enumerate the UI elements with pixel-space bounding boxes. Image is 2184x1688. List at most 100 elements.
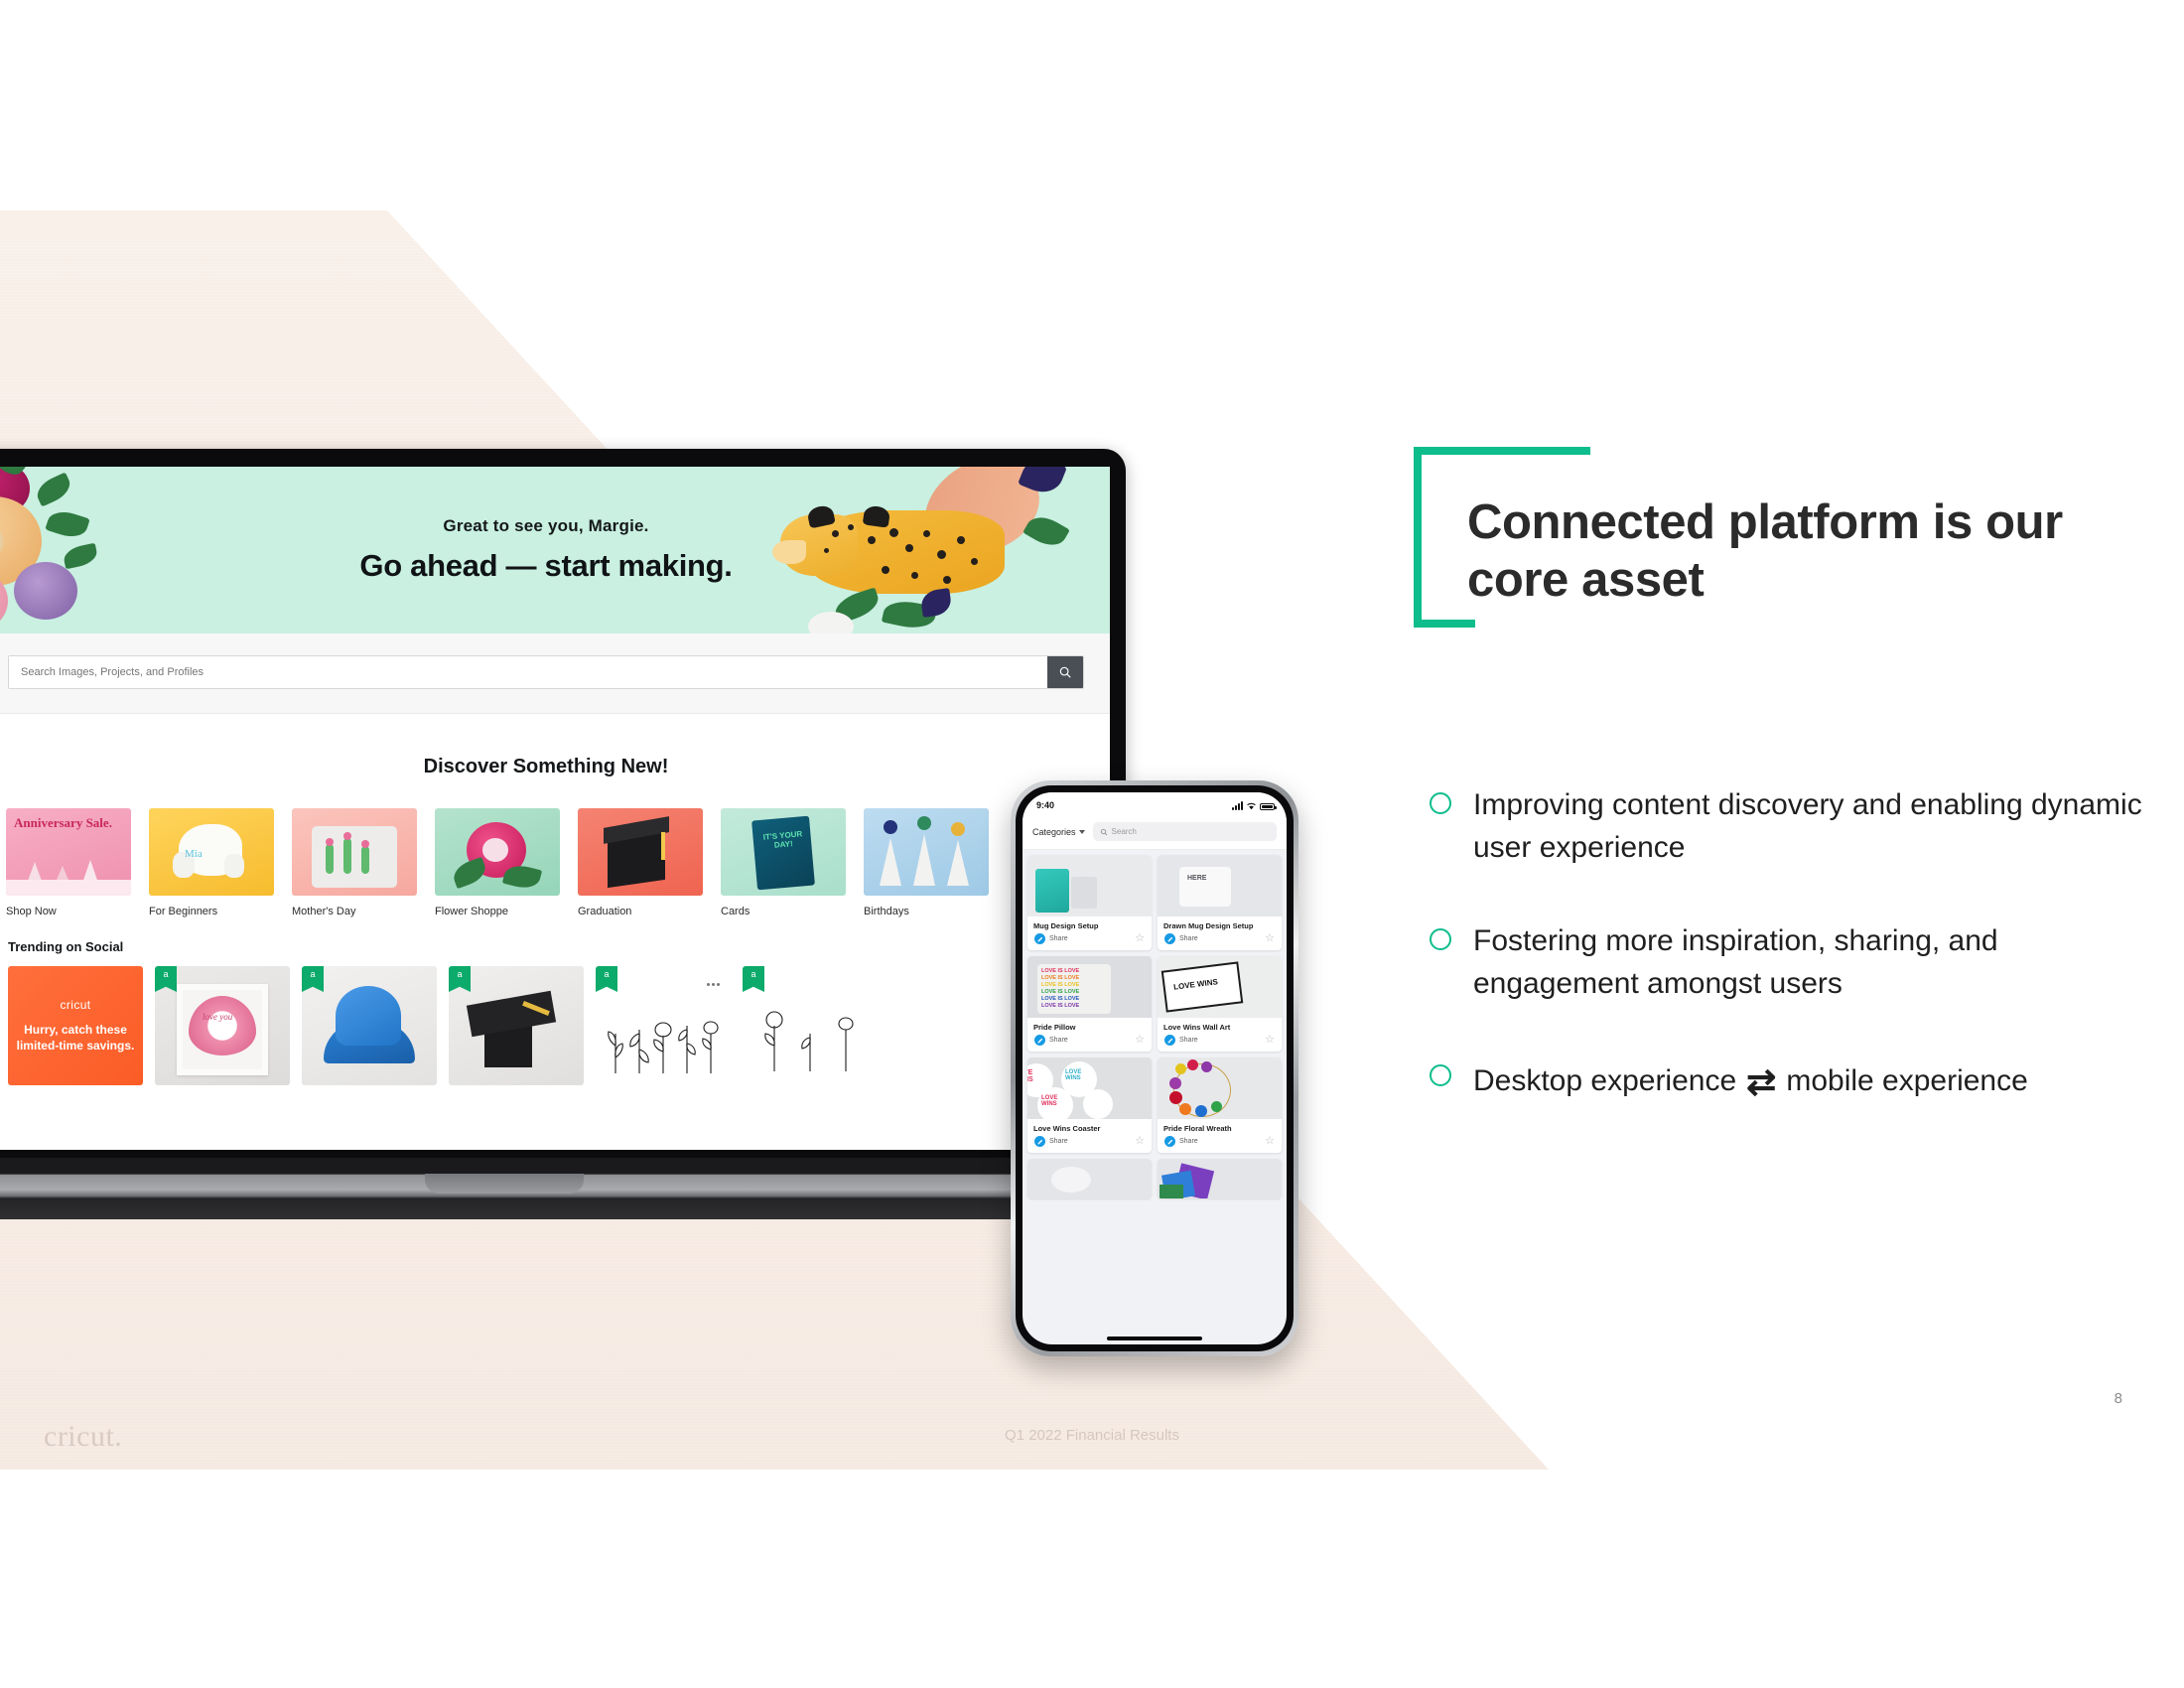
bullet-circle-icon — [1430, 1064, 1451, 1087]
category-thumb — [292, 808, 417, 896]
project-thumb: LOVE IS LOVE LOVE IS LOVE LOVE IS LOVE L… — [1027, 956, 1152, 1018]
discover-heading: Discover Something New! — [423, 756, 669, 777]
project-title: Mug Design Setup — [1033, 921, 1099, 930]
category-label: Shop Now — [6, 906, 57, 917]
trending-card[interactable]: a — [596, 966, 731, 1085]
project-card[interactable] — [1158, 1159, 1282, 1198]
category-label: Cards — [721, 906, 751, 917]
project-thumb: VENS LOVEWINS LOVEWINS — [1027, 1057, 1152, 1119]
category-label: Birthdays — [864, 906, 909, 917]
share-icon — [1034, 1035, 1045, 1046]
favorite-star-icon[interactable]: ☆ — [1135, 1136, 1145, 1147]
phone-status-bar: 9:40 — [1023, 792, 1287, 816]
share-button[interactable]: Share — [1164, 1136, 1198, 1147]
project-thumb — [1027, 1159, 1152, 1198]
project-thumb — [1158, 1057, 1282, 1119]
phone-search-input[interactable]: Search — [1092, 822, 1277, 841]
share-button[interactable]: Share — [1164, 933, 1198, 944]
battery-icon — [1260, 802, 1277, 810]
bullet-circle-icon — [1430, 792, 1451, 814]
promo-message: Hurry, catch these limited-time savings. — [16, 1022, 135, 1053]
share-button[interactable]: Share — [1034, 1136, 1068, 1147]
category-item[interactable]: Flower Shoppe — [435, 808, 560, 917]
laptop-screen: Great to see you, Margie. Go ahead — sta… — [0, 467, 1110, 1150]
slide-canvas: Great to see you, Margie. Go ahead — sta… — [0, 0, 2184, 1688]
bullet-circle-icon — [1430, 928, 1451, 951]
project-actions: Share ☆ — [1027, 1035, 1152, 1052]
category-item[interactable]: Anniversary Sale. Shop Now — [6, 808, 131, 917]
favorite-star-icon[interactable]: ☆ — [1265, 933, 1275, 944]
share-label: Share — [1049, 1138, 1068, 1145]
search-icon — [1059, 666, 1071, 678]
share-label: Share — [1179, 1138, 1198, 1145]
home-indicator — [1107, 1336, 1202, 1340]
project-card[interactable]: HERE Drawn Mug Design Setup Share ☆ — [1158, 855, 1282, 950]
paper-flowers-graphic — [0, 467, 210, 633]
bullet-text: Improving content discovery and enabling… — [1473, 788, 2142, 864]
project-title: Pride Floral Wreath — [1163, 1124, 1232, 1133]
project-card[interactable]: Mug Design Setup Share ☆ — [1027, 855, 1152, 950]
category-thumb: IT'S YOUR DAY! — [721, 808, 846, 896]
hero-title: Go ahead — start making. — [359, 548, 733, 583]
cricut-flag-icon: a — [743, 966, 764, 992]
favorite-star-icon[interactable]: ☆ — [1265, 1035, 1275, 1046]
headline-line-1: Connected platform is our — [1467, 495, 2063, 549]
laptop-mockup: Great to see you, Margie. Go ahead — sta… — [0, 449, 1141, 1223]
cricut-flag-icon: a — [155, 966, 177, 992]
page-number: 8 — [2114, 1390, 2122, 1407]
share-button[interactable]: Share — [1164, 1035, 1198, 1046]
category-item[interactable]: Mia For Beginners — [149, 808, 274, 917]
trending-card[interactable]: a — [302, 966, 437, 1085]
status-icons — [1232, 800, 1277, 810]
share-icon — [1164, 933, 1175, 944]
hero-greeting: Great to see you, Margie. — [443, 516, 649, 535]
search-button[interactable] — [1047, 656, 1083, 688]
share-label: Share — [1179, 1037, 1198, 1044]
project-actions: Share ☆ — [1027, 1136, 1152, 1153]
project-card[interactable]: LOVE IS LOVE LOVE IS LOVE LOVE IS LOVE L… — [1027, 956, 1152, 1052]
bullet-text: Desktop experience ⇄ mobile experience — [1473, 1056, 2028, 1107]
bullet-text: Fostering more inspiration, sharing, and… — [1473, 924, 1998, 1000]
category-item[interactable]: Mother's Day — [292, 808, 417, 917]
bullet-list: Improving content discovery and enabling… — [1430, 784, 2164, 1159]
category-item[interactable]: IT'S YOUR DAY! Cards — [721, 808, 846, 917]
floral-line-art — [608, 1021, 719, 1073]
project-card[interactable] — [1027, 1159, 1152, 1198]
categories-dropdown[interactable]: Categories — [1032, 827, 1085, 837]
favorite-star-icon[interactable]: ☆ — [1265, 1136, 1275, 1147]
phone-screen: 9:40 Categories Search Mug Design Setup … — [1023, 792, 1287, 1344]
category-row: Anniversary Sale. Shop Now Mia For Begin… — [0, 808, 1110, 917]
phone-project-grid: Mug Design Setup Share ☆ HERE Drawn Mug … — [1023, 850, 1287, 1203]
project-thumb — [1158, 1159, 1282, 1198]
project-card[interactable]: VENS LOVEWINS LOVEWINS Love Wins Coaster — [1027, 1057, 1152, 1153]
trending-card[interactable]: a — [449, 966, 584, 1085]
trending-promo-card[interactable]: cricut Hurry, catch these limited-time s… — [8, 966, 143, 1085]
project-card[interactable]: Pride Floral Wreath Share ☆ — [1158, 1057, 1282, 1153]
share-icon — [1034, 933, 1045, 944]
favorite-star-icon[interactable]: ☆ — [1135, 933, 1145, 944]
status-time: 9:40 — [1036, 800, 1055, 810]
project-actions: Share ☆ — [1158, 1035, 1282, 1052]
categories-label: Categories — [1032, 826, 1076, 837]
category-item[interactable]: Graduation — [578, 808, 703, 917]
trending-card[interactable]: a — [743, 966, 878, 1085]
wifi-icon — [1247, 802, 1256, 809]
project-card[interactable]: LOVE WINS Love Wins Wall Art Share ☆ — [1158, 956, 1282, 1052]
project-thumb: HERE — [1158, 855, 1282, 916]
more-options-icon[interactable] — [703, 974, 723, 994]
search-icon — [1100, 828, 1107, 835]
share-button[interactable]: Share — [1034, 933, 1068, 944]
project-title: Pride Pillow — [1033, 1023, 1076, 1032]
bullet-text-after: mobile experience — [1786, 1064, 2028, 1098]
trending-card[interactable]: a love you — [155, 966, 290, 1085]
cricut-flag-icon: a — [596, 966, 617, 992]
search-input[interactable] — [9, 656, 1047, 688]
category-item[interactable]: Birthdays — [864, 808, 989, 917]
project-title: Love Wins Coaster — [1033, 1124, 1101, 1133]
favorite-star-icon[interactable]: ☆ — [1135, 1035, 1145, 1046]
share-button[interactable]: Share — [1034, 1035, 1068, 1046]
category-thumb: Anniversary Sale. — [6, 808, 131, 896]
search-bar[interactable] — [8, 655, 1084, 689]
category-label: Flower Shoppe — [435, 906, 508, 917]
bullet-item: Fostering more inspiration, sharing, and… — [1430, 920, 2164, 1005]
